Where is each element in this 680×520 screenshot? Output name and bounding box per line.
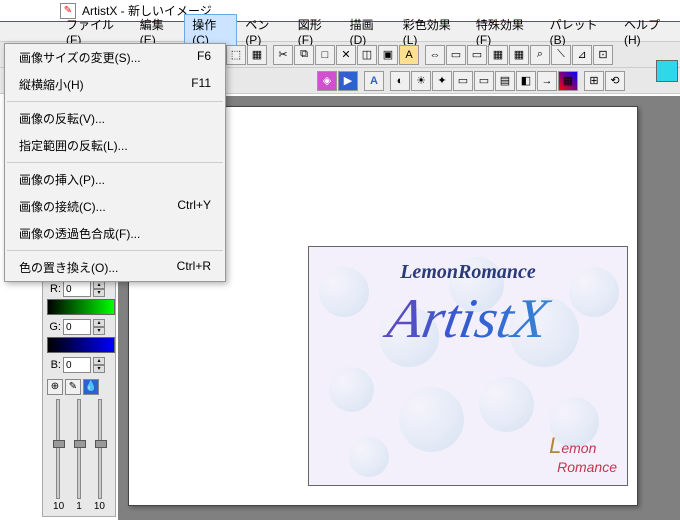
tool-line-icon[interactable]: ⟍	[551, 45, 571, 65]
dd-shrink[interactable]: 縦横縮小(H)F11	[5, 71, 225, 98]
target-icon[interactable]: ⊕	[47, 379, 63, 395]
fx-text-icon[interactable]: A	[364, 71, 384, 91]
dd-insert[interactable]: 画像の挿入(P)...	[5, 166, 225, 193]
splash-window: LemonRomance ArtistX Lemon Romance	[308, 246, 628, 486]
g-label: G:	[47, 321, 61, 333]
vsl-label-1: 10	[53, 501, 64, 512]
b-down[interactable]: ▾	[93, 365, 105, 373]
g-up[interactable]: ▴	[93, 319, 105, 327]
fx-sparkle-icon[interactable]: ✦	[432, 71, 452, 91]
g-down[interactable]: ▾	[93, 327, 105, 335]
tool-cut-icon[interactable]: ✂	[273, 45, 293, 65]
dd-sep	[7, 250, 223, 251]
tool-sq-icon[interactable]: ⊡	[593, 45, 613, 65]
dd-connect[interactable]: 画像の接続(C)...Ctrl+Y	[5, 193, 225, 220]
dd-resize[interactable]: 画像サイズの変更(S)...F6	[5, 44, 225, 71]
fx-bright-icon[interactable]: ☀	[411, 71, 431, 91]
fx-arrow-icon[interactable]: →	[537, 71, 557, 91]
g-gradient[interactable]	[47, 299, 115, 315]
tool-g2-icon[interactable]: ▦	[509, 45, 529, 65]
tool-grid-icon[interactable]: ▦	[247, 45, 267, 65]
splash-brand: Lemon Romance	[549, 433, 617, 477]
fx-half-icon[interactable]: ◧	[516, 71, 536, 91]
tool-r1-icon[interactable]: ▭	[446, 45, 466, 65]
brush-icon[interactable]: ✎	[65, 379, 81, 395]
vslider-1[interactable]	[56, 399, 60, 499]
tool-flip-icon[interactable]: ⇔	[425, 45, 445, 65]
color-panel: R:▴▾ G:▴▾ B:▴▾ ⊕ ✎ 💧 10 1 10	[42, 256, 116, 517]
fx-contrast-icon[interactable]: ◐	[390, 71, 410, 91]
vsl-label-2: 1	[76, 501, 82, 512]
b-up[interactable]: ▴	[93, 357, 105, 365]
tool-text-icon[interactable]: A	[399, 45, 419, 65]
fx-r2-icon[interactable]: ▭	[474, 71, 494, 91]
color-swatch[interactable]	[656, 60, 678, 82]
dd-sep	[7, 101, 223, 102]
dd-flip-image[interactable]: 画像の反転(V)...	[5, 105, 225, 132]
tool-g1-icon[interactable]: ▦	[488, 45, 508, 65]
menu-help[interactable]: ヘルプ(H)	[616, 14, 680, 49]
b-gradient[interactable]	[47, 337, 115, 353]
tool-paste-icon[interactable]: □	[315, 45, 335, 65]
fx-grid-icon[interactable]: ▦	[558, 71, 578, 91]
vsl-label-3: 10	[94, 501, 105, 512]
g-input[interactable]	[63, 319, 91, 335]
tool-frame2-icon[interactable]: ▣	[378, 45, 398, 65]
r-input[interactable]	[63, 281, 91, 297]
fx-diamond-icon[interactable]: ◈	[317, 71, 337, 91]
r-up[interactable]: ▴	[93, 281, 105, 289]
r-down[interactable]: ▾	[93, 289, 105, 297]
dd-flip-range[interactable]: 指定範囲の反転(L)...	[5, 132, 225, 159]
fx-stripe-icon[interactable]: ▤	[495, 71, 515, 91]
fx-play-icon[interactable]: ▶	[338, 71, 358, 91]
vslider-2[interactable]	[77, 399, 81, 499]
tool-select-icon[interactable]: ⬚	[226, 45, 246, 65]
dd-sep	[7, 162, 223, 163]
splash-subtitle: LemonRomance	[309, 261, 627, 284]
vslider-3[interactable]	[98, 399, 102, 499]
tool-tri-icon[interactable]: ⊿	[572, 45, 592, 65]
fx-plus-icon[interactable]: ⊞	[584, 71, 604, 91]
tool-r2-icon[interactable]: ▭	[467, 45, 487, 65]
tool-zoom-icon[interactable]: ⌕	[530, 45, 550, 65]
dd-replace-color[interactable]: 色の置き換え(O)...Ctrl+R	[5, 254, 225, 281]
dd-alpha-composite[interactable]: 画像の透過色合成(F)...	[5, 220, 225, 247]
operate-dropdown: 画像サイズの変更(S)...F6 縦横縮小(H)F11 画像の反転(V)... …	[4, 43, 226, 282]
drop-icon[interactable]: 💧	[83, 379, 99, 395]
b-input[interactable]	[63, 357, 91, 373]
fx-r1-icon[interactable]: ▭	[453, 71, 473, 91]
r-label: R:	[47, 283, 61, 295]
splash-logo: ArtistX	[308, 287, 628, 351]
tool-delete-icon[interactable]: ✕	[336, 45, 356, 65]
b-label: B:	[47, 359, 61, 371]
tool-copy-icon[interactable]: ⧉	[294, 45, 314, 65]
tool-frame1-icon[interactable]: ◫	[357, 45, 377, 65]
fx-undo-icon[interactable]: ⟲	[605, 71, 625, 91]
menubar: ファイル(F) 編集(E) 操作(C) ペン(P) 図形(F) 描画(D) 彩色…	[0, 22, 680, 42]
